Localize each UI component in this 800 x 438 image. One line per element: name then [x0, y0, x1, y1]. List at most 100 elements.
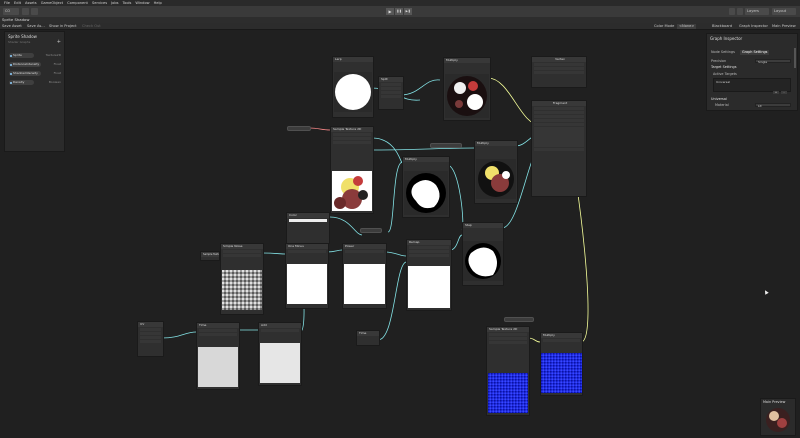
color-swatch[interactable] — [289, 218, 327, 223]
node-port[interactable] — [381, 86, 401, 91]
menu-help[interactable]: Help — [154, 1, 162, 5]
inspector-scrollbar[interactable] — [794, 48, 796, 68]
menu-gameobject[interactable]: GameObject — [41, 1, 63, 5]
node-port[interactable] — [489, 340, 527, 345]
color-node[interactable]: Color — [286, 212, 330, 244]
multiply-node-mid[interactable]: Multiply — [402, 156, 450, 218]
active-targets-list[interactable]: Universal — [713, 78, 791, 92]
sample-texture-node-b[interactable]: Sample Texture 2D — [200, 251, 220, 261]
node-port[interactable] — [199, 328, 237, 333]
block-alpha[interactable] — [534, 131, 584, 135]
block-coat-smoothness[interactable] — [534, 147, 584, 152]
node-port[interactable] — [381, 90, 401, 95]
block-tangent[interactable] — [534, 70, 584, 75]
menu-file[interactable]: File — [4, 1, 10, 5]
node-port[interactable] — [333, 140, 371, 145]
cloud-icon[interactable] — [22, 8, 29, 15]
save-as-button[interactable]: Save As... — [27, 23, 45, 29]
collab-icon[interactable] — [31, 8, 38, 15]
property-node-normal[interactable] — [504, 317, 534, 322]
save-asset-button[interactable]: Save Asset — [2, 23, 22, 29]
node-port[interactable] — [489, 332, 527, 337]
property-row[interactable]: ShadowIntensity Float — [9, 71, 61, 76]
node-port[interactable] — [261, 328, 299, 333]
menu-assets[interactable]: Assets — [25, 1, 37, 5]
graph-canvas[interactable]: Lerp Split Multiply Vertex Fragment Samp… — [0, 30, 800, 438]
fragment-block[interactable]: Fragment — [531, 100, 587, 197]
block-base-color[interactable] — [534, 106, 584, 111]
add-property-icon[interactable]: + — [57, 39, 61, 45]
time-node[interactable]: Time — [196, 322, 240, 390]
block-position[interactable] — [534, 62, 584, 67]
menu-jobs[interactable]: Jobs — [111, 1, 118, 5]
color-mode-dropdown[interactable]: <None> — [677, 23, 697, 29]
node-port[interactable] — [140, 331, 161, 336]
node-port[interactable] — [333, 136, 371, 141]
pause-button[interactable]: ❚❚ — [395, 8, 403, 15]
show-in-project-button[interactable]: Show in Project — [49, 23, 77, 29]
search-icon[interactable] — [737, 8, 743, 15]
blackboard-toggle[interactable]: Blackboard — [712, 23, 732, 29]
menu-window[interactable]: Window — [135, 1, 149, 5]
menu-component[interactable]: Component — [67, 1, 88, 5]
simple-noise-node[interactable]: Simple Noise — [220, 243, 264, 315]
node-port[interactable] — [409, 253, 449, 258]
property-name[interactable]: Sprite — [9, 53, 34, 58]
property-row[interactable]: Sprite Texture2D — [9, 53, 61, 58]
block-normal-ts[interactable] — [534, 110, 584, 115]
remove-target-icon[interactable]: - — [781, 91, 787, 94]
property-node-intensity[interactable] — [360, 228, 382, 233]
multiply-node-top[interactable]: Multiply — [443, 57, 491, 121]
lerp-node[interactable]: Lerp — [332, 56, 374, 118]
graph-inspector-toggle[interactable]: Graph Inspector — [739, 23, 768, 29]
vertex-block[interactable]: Vertex — [531, 56, 587, 88]
block-normal[interactable] — [534, 66, 584, 71]
multiply-node-sprite[interactable]: Multiply — [474, 140, 518, 204]
power-node[interactable]: Power — [342, 243, 387, 309]
account-button[interactable]: CO — [3, 8, 19, 15]
check-out-button[interactable]: Check Out — [82, 23, 101, 29]
node-port[interactable] — [140, 339, 161, 344]
step-node[interactable]: Step — [462, 222, 504, 286]
step-button[interactable]: ▶❚ — [404, 8, 412, 15]
property-name[interactable]: DistanceIntensity — [9, 62, 41, 67]
universal-section-header[interactable]: Universal — [711, 97, 727, 101]
node-port[interactable] — [333, 132, 371, 137]
node-port[interactable] — [381, 82, 401, 87]
preview-viewport[interactable] — [764, 406, 792, 434]
block-specular[interactable] — [534, 139, 584, 143]
time-small-node[interactable]: Time — [356, 330, 380, 346]
node-port[interactable] — [140, 335, 161, 340]
block-emission[interactable] — [534, 122, 584, 127]
node-port[interactable] — [223, 253, 261, 258]
node-port[interactable] — [409, 249, 449, 254]
menu-services[interactable]: Services — [92, 1, 107, 5]
node-port[interactable] — [199, 332, 237, 337]
property-row[interactable]: Density Boolean — [9, 80, 61, 85]
sample-texture-node-c[interactable]: Sample Texture 2D — [486, 326, 530, 416]
layers-dropdown[interactable]: Layers — [745, 8, 769, 15]
uv-node[interactable]: UV — [137, 321, 164, 357]
node-port[interactable] — [345, 249, 384, 254]
block-coat[interactable] — [534, 143, 584, 147]
tab-node-settings[interactable]: Node Settings — [709, 50, 737, 55]
menu-tools[interactable]: Tools — [123, 1, 132, 5]
menu-edit[interactable]: Edit — [14, 1, 21, 5]
node-port[interactable] — [381, 94, 401, 99]
node-port[interactable] — [223, 249, 261, 254]
node-port[interactable] — [489, 336, 527, 341]
block-smoothness[interactable] — [534, 118, 584, 123]
target-item[interactable]: Universal — [714, 79, 790, 85]
property-row[interactable]: DistanceIntensity Float — [9, 62, 61, 67]
remap-node[interactable]: Remap — [406, 239, 452, 311]
add-node[interactable]: Add — [258, 322, 302, 386]
layout-dropdown[interactable]: Layout — [772, 8, 796, 15]
sample-texture-node-a[interactable]: Sample Texture 2D — [330, 126, 374, 214]
node-port[interactable] — [288, 249, 326, 254]
property-node-sprite[interactable] — [287, 126, 311, 131]
property-node-distance[interactable] — [430, 143, 462, 148]
play-button[interactable]: ▶ — [386, 8, 394, 15]
precision-dropdown[interactable]: Single — [755, 59, 791, 64]
material-dropdown[interactable]: Lit — [755, 103, 791, 108]
tab-graph-settings[interactable]: Graph Settings — [740, 50, 770, 55]
